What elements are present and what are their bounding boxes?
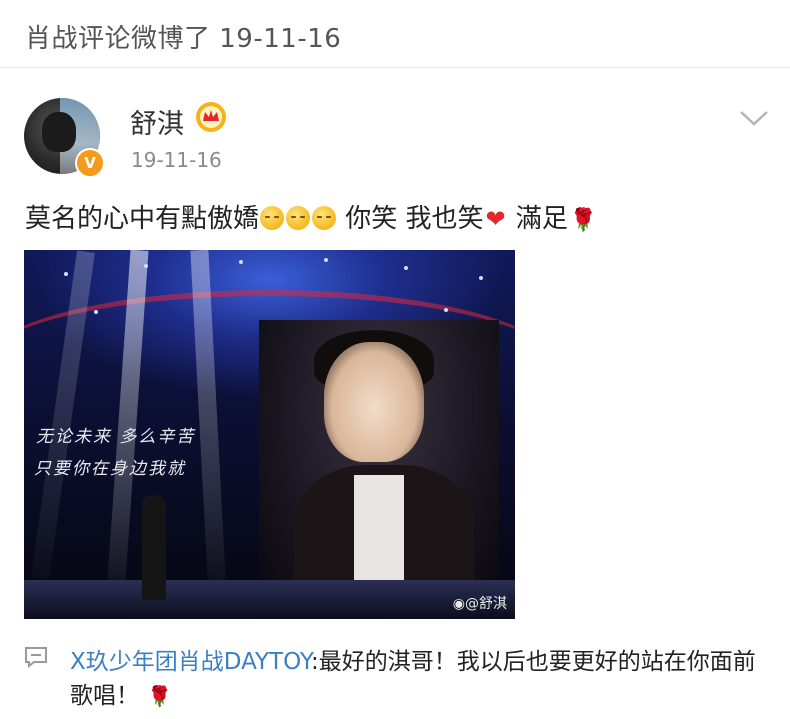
author-name[interactable]: 舒淇: [130, 102, 184, 141]
lyric-line: 无论未来 多么辛苦: [36, 427, 196, 447]
page-title: 肖战评论微博了 19-11-16: [25, 24, 342, 54]
chevron-down-icon[interactable]: [738, 108, 770, 128]
post-time: 19-11-16: [131, 148, 222, 172]
weibo-logo-icon: ◉: [452, 596, 465, 612]
lyric-line: 只要你在身边我就: [34, 459, 186, 479]
smile-emoji-icon: [260, 206, 285, 230]
image-watermark: ◉@舒淇: [452, 596, 507, 612]
post-image[interactable]: 无论未来 多么辛苦 只要你在身边我就 ◉@舒淇: [24, 250, 515, 619]
verified-badge-icon: V: [75, 148, 105, 178]
comment-username[interactable]: X玖少年团肖战DAYTOY: [70, 649, 311, 675]
rose-emoji-icon: 🌹: [141, 684, 173, 708]
comment-icon: [25, 647, 47, 668]
stage-performer: [142, 495, 166, 600]
rose-emoji-icon: 🌹: [569, 208, 598, 233]
smile-emoji-icon: [286, 206, 311, 230]
post-text-part: 你笑 我也笑: [337, 204, 484, 234]
vip-crown-icon: [196, 102, 226, 132]
post-text: 莫名的心中有點傲嬌 你笑 我也笑❤ 滿足🌹: [25, 198, 597, 235]
comment: X玖少年团肖战DAYTOY:最好的淇哥！我以后也要更好的站在你面前歌唱！ 🌹: [70, 645, 770, 713]
page-header: 肖战评论微博了 19-11-16: [0, 0, 790, 68]
post-text-part: 莫名的心中有點傲嬌: [25, 204, 260, 234]
post-text-part: 滿足: [507, 204, 568, 234]
heart-emoji-icon: ❤: [485, 205, 506, 233]
smile-emoji-icon: [312, 206, 337, 230]
